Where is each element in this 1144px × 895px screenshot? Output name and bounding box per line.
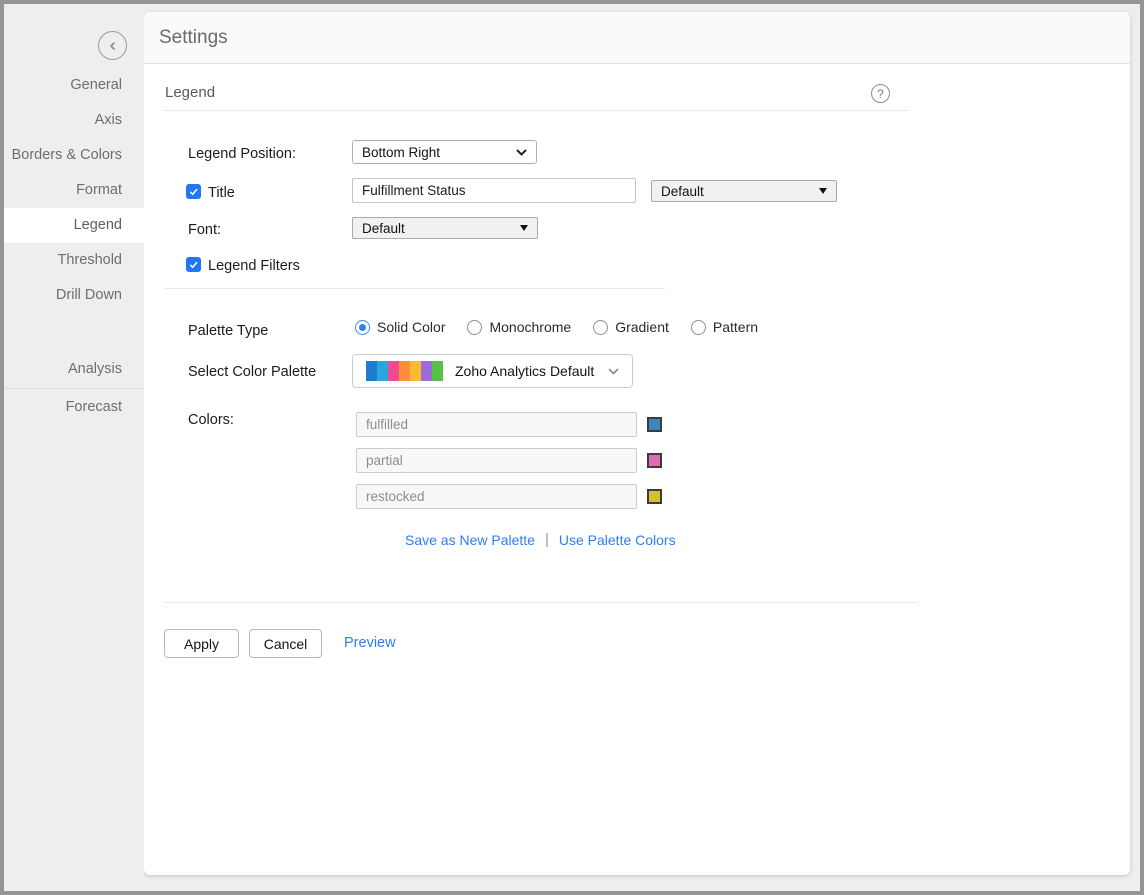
chevron-down-icon (608, 368, 619, 375)
select-color-palette-label: Select Color Palette (188, 364, 316, 380)
radio-icon (593, 320, 608, 335)
color-swatch-partial[interactable] (647, 453, 662, 468)
sidebar-nav-analysis: Analysis Forecast (4, 352, 144, 425)
radio-gradient[interactable]: Gradient (593, 319, 669, 335)
sidebar-divider (4, 388, 144, 389)
divider (164, 288, 665, 289)
legend-filters-checkbox[interactable] (186, 257, 201, 272)
color-name-input-partial[interactable] (356, 448, 637, 473)
radio-pattern[interactable]: Pattern (691, 319, 758, 335)
radio-icon (467, 320, 482, 335)
back-button[interactable] (98, 31, 127, 60)
sidebar-nav: General Axis Borders & Colors Format Leg… (4, 68, 144, 313)
use-palette-colors-link[interactable]: Use Palette Colors (559, 532, 676, 548)
palette-swatch-strip-icon (366, 361, 443, 381)
radio-icon (355, 320, 370, 335)
settings-window: General Axis Borders & Colors Format Leg… (0, 0, 1144, 895)
panel-header: Settings (144, 12, 1130, 64)
sidebar-item-format[interactable]: Format (4, 173, 144, 208)
color-swatch-restocked[interactable] (647, 489, 662, 504)
sidebar-item-legend[interactable]: Legend (4, 208, 144, 243)
title-font-value: Default (661, 184, 819, 199)
apply-button[interactable]: Apply (164, 629, 239, 658)
preview-link[interactable]: Preview (344, 629, 396, 658)
link-separator: | (545, 531, 549, 548)
cancel-button[interactable]: Cancel (249, 629, 322, 658)
colors-label: Colors: (188, 412, 234, 428)
legend-filters-label: Legend Filters (208, 258, 300, 274)
palette-type-label: Palette Type (188, 323, 268, 339)
save-as-new-palette-link[interactable]: Save as New Palette (405, 532, 535, 548)
sidebar-item-analysis[interactable]: Analysis (4, 352, 144, 387)
chevron-left-icon (107, 40, 119, 52)
radio-icon (691, 320, 706, 335)
check-icon (188, 186, 199, 197)
triangle-down-icon (520, 225, 528, 231)
radio-solid-color[interactable]: Solid Color (355, 319, 445, 335)
check-icon (188, 259, 199, 270)
sidebar-item-borders-colors[interactable]: Borders & Colors (4, 138, 144, 173)
triangle-down-icon (819, 188, 827, 194)
sidebar-item-drill-down[interactable]: Drill Down (4, 278, 144, 313)
title-label: Title (208, 185, 235, 201)
settings-panel (144, 12, 1130, 875)
title-checkbox[interactable] (186, 184, 201, 199)
radio-monochrome[interactable]: Monochrome (467, 319, 571, 335)
sidebar-item-general[interactable]: General (4, 68, 144, 103)
font-select[interactable]: Default (352, 217, 538, 239)
palette-type-radio-group: Solid Color Monochrome Gradient Pattern (355, 319, 758, 335)
color-palette-select[interactable]: Zoho Analytics Default (352, 354, 633, 388)
legend-position-label: Legend Position: (188, 146, 296, 162)
color-swatch-fulfilled[interactable] (647, 417, 662, 432)
palette-links: Save as New Palette | Use Palette Colors (405, 531, 676, 548)
sidebar: General Axis Borders & Colors Format Leg… (4, 4, 144, 891)
chevron-down-icon (516, 149, 527, 156)
section-title-legend: Legend (165, 84, 215, 101)
title-font-select[interactable]: Default (651, 180, 837, 202)
sidebar-item-axis[interactable]: Axis (4, 103, 144, 138)
color-palette-value: Zoho Analytics Default (455, 363, 608, 379)
legend-position-value: Bottom Right (362, 145, 516, 160)
page-title: Settings (159, 27, 228, 49)
footer-divider (164, 602, 917, 603)
help-icon[interactable]: ? (871, 84, 890, 103)
legend-title-input[interactable] (352, 178, 636, 203)
section-divider (164, 110, 908, 111)
color-name-input-fulfilled[interactable] (356, 412, 637, 437)
font-value: Default (362, 221, 520, 236)
color-name-input-restocked[interactable] (356, 484, 637, 509)
sidebar-item-forecast[interactable]: Forecast (4, 390, 144, 425)
font-label: Font: (188, 222, 221, 238)
legend-position-select[interactable]: Bottom Right (352, 140, 537, 164)
sidebar-item-threshold[interactable]: Threshold (4, 243, 144, 278)
